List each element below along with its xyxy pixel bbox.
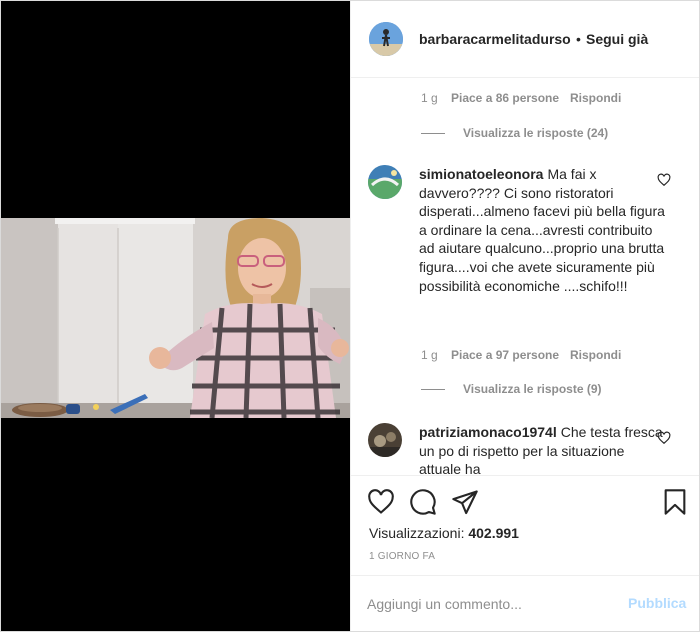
window-border <box>0 0 700 632</box>
